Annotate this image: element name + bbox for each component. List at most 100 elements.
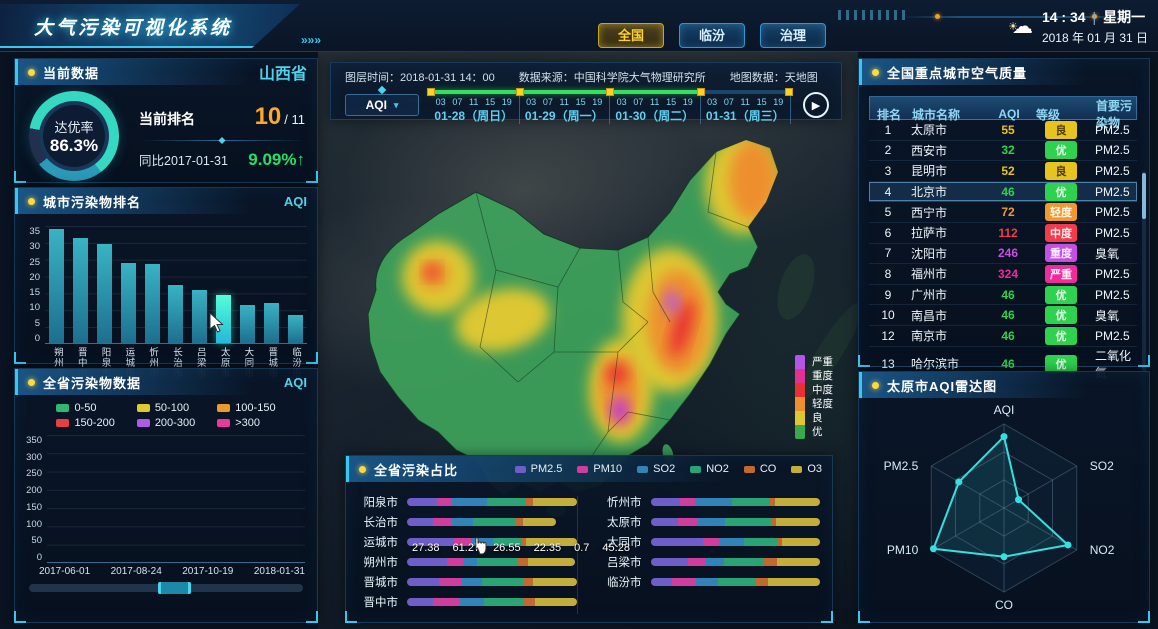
tab-治理[interactable]: 治理 <box>760 23 826 48</box>
aqi-cell: 46 <box>985 308 1031 322</box>
timeline-hours: 0307111519 <box>701 97 791 107</box>
date-range-slider[interactable] <box>29 584 303 592</box>
rank-cell: 2 <box>869 143 907 157</box>
stacked-bar[interactable] <box>651 578 821 586</box>
stacked-bar[interactable] <box>651 498 821 506</box>
bar-segment-SO2 <box>460 598 485 606</box>
timeline-day[interactable]: 030711151901-29（周一） <box>520 90 611 124</box>
table-row[interactable]: 8福州市324严重PM2.5 <box>869 264 1137 285</box>
timeline-day[interactable]: 030711151901-30（周二） <box>610 90 701 124</box>
city-cell: 西宁市 <box>907 204 985 221</box>
city-bar <box>192 290 207 343</box>
radar-data-point[interactable] <box>1065 541 1072 548</box>
hour-tick: 19 <box>773 97 783 107</box>
timeline-marker[interactable] <box>785 88 793 96</box>
radar-data-point[interactable] <box>955 478 962 485</box>
play-button[interactable]: ▶ <box>803 92 829 118</box>
aqi-cell: 72 <box>985 205 1031 219</box>
bar-plot <box>45 226 307 344</box>
city-bar <box>288 315 303 343</box>
stacked-bar[interactable] <box>407 598 577 606</box>
stacked-bar[interactable] <box>651 538 821 546</box>
slider-thumb[interactable] <box>158 582 191 594</box>
radar-data-point[interactable] <box>1015 496 1022 503</box>
tick-marks-decoration <box>838 10 910 20</box>
bar-segment-SO2 <box>462 578 482 586</box>
table-row[interactable]: 10南昌市46优臭氧 <box>869 305 1137 326</box>
share-row-临汾市: 临汾市 <box>594 576 821 587</box>
stacked-bar[interactable] <box>651 518 821 526</box>
hour-tick: 03 <box>707 97 717 107</box>
bar-segment-PM10 <box>688 558 706 566</box>
legend-labels: 严重重度中度轻度良优 <box>812 355 833 439</box>
legend-label: PM2.5 <box>531 463 563 475</box>
stacked-bar[interactable] <box>407 578 577 586</box>
radar-axis-label: PM2.5 <box>884 459 919 473</box>
bar-segment-SO2 <box>696 578 718 586</box>
bar-segment-O3 <box>782 538 820 546</box>
radar-data-point[interactable] <box>930 545 937 552</box>
stacked-bar[interactable] <box>407 498 577 506</box>
pollutant-cell: PM2.5 <box>1091 205 1137 219</box>
scrollbar-thumb[interactable] <box>1142 173 1146 219</box>
bullet-icon <box>872 69 879 76</box>
chevrons-decoration: »»» <box>301 33 321 47</box>
timeline-date: 01-28（周日） <box>429 107 519 124</box>
column-header: 城市名称 <box>908 106 986 123</box>
timeline-date: 01-31（周三） <box>701 107 791 124</box>
timeline-marker[interactable] <box>427 88 435 96</box>
pollutant-cell: 臭氧 <box>1091 307 1137 324</box>
column-header: 等级 <box>1032 106 1092 123</box>
city-label: 临汾市 <box>594 574 642 590</box>
table-row[interactable]: 2西安市32优PM2.5 <box>869 141 1137 162</box>
stacked-bar[interactable] <box>651 558 821 566</box>
weather-icon: ☀☁ <box>1008 9 1033 45</box>
rank-cell: 7 <box>869 246 907 260</box>
table-row[interactable]: 7沈阳市246重度臭氧 <box>869 244 1137 265</box>
stacked-bar[interactable] <box>407 518 556 526</box>
bar-segment-PM2.5 <box>407 498 437 506</box>
timeline-marker[interactable] <box>606 88 614 96</box>
table-row[interactable]: 12南京市46优PM2.5 <box>869 326 1137 347</box>
bar-segment-O3 <box>776 518 820 526</box>
table-row[interactable]: 6拉萨市112中度PM2.5 <box>869 223 1137 244</box>
x-tick-label: 2017-10-19 <box>182 566 233 577</box>
legend-label: 严重 <box>812 355 833 369</box>
hour-tick: 15 <box>485 97 495 107</box>
tab-临汾[interactable]: 临汾 <box>679 23 745 48</box>
radar-data-point[interactable] <box>1001 433 1008 440</box>
table-row[interactable]: 3昆明市52良PM2.5 <box>869 161 1137 182</box>
table-row[interactable]: 9广州市46优PM2.5 <box>869 285 1137 306</box>
timeline-day[interactable]: 030711151901-28（周日） <box>429 90 520 124</box>
bar-segment-PM2.5 <box>651 558 689 566</box>
timeline-marker[interactable] <box>516 88 524 96</box>
timeline-day[interactable]: 030711151901-31（周三） <box>701 90 792 124</box>
clock-separator: | <box>1093 9 1097 25</box>
legend-item: PM2.5 <box>515 463 563 475</box>
tab-全国[interactable]: 全国 <box>598 23 664 48</box>
national-air-quality-panel: 全国重点城市空气质量 排名城市名称AQI等级首要污染物 1太原市55良PM2.5… <box>858 58 1150 367</box>
city-bar <box>73 238 88 343</box>
bar-segment-PM2.5 <box>407 598 433 606</box>
rank-total: / 11 <box>284 112 305 127</box>
city-label: 晋城市 <box>350 574 398 590</box>
pollutant-cell: PM2.5 <box>1091 329 1137 343</box>
share-left-column: 阳泉市长治市运城市朔州市晋城市晋中市 <box>350 496 577 614</box>
radar-axis-label: AQI <box>994 403 1015 417</box>
table-row[interactable]: 4北京市46优PM2.5 <box>869 182 1137 203</box>
table-row[interactable]: 13哈尔滨市46优二氧化氮 <box>869 347 1137 368</box>
radar-data-point[interactable] <box>1001 553 1008 560</box>
layer-select-value: AQI <box>366 98 387 112</box>
tooltip-value: 45.28 <box>602 542 630 554</box>
table-row[interactable]: 5西宁市72轻度PM2.5 <box>869 202 1137 223</box>
bullet-icon <box>28 198 35 205</box>
pollutant-cell: PM2.5 <box>1091 185 1137 199</box>
table-row[interactable]: 1太原市55良PM2.5 <box>869 120 1137 141</box>
time-slider[interactable]: 030711151901-28（周日）030711151901-29（周一）03… <box>429 90 791 124</box>
timeline-marker[interactable] <box>697 88 705 96</box>
x-tick-label: 2017-06-01 <box>39 566 90 577</box>
legend-item: 200-300 <box>137 417 195 429</box>
layer-select-dropdown[interactable]: AQI ▾ <box>345 94 419 116</box>
stacked-bar[interactable] <box>407 558 575 566</box>
chevron-down-icon: ▾ <box>394 100 399 111</box>
